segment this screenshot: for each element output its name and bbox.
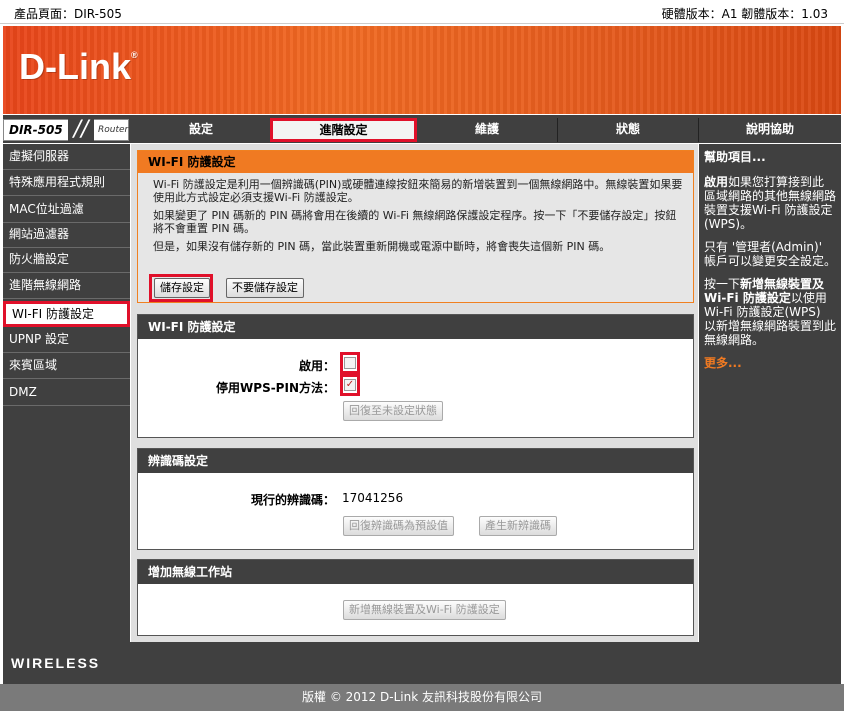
wps-settings-panel: WI-FI 防護設定 啟用： 停用WPS-PIN方法： ✓ 回復至未設定狀態 — [137, 314, 694, 438]
disable-wps-pin-checkbox[interactable]: ✓ — [344, 379, 356, 391]
add-wireless-device-button[interactable]: 新增無線裝置及Wi-Fi 防護設定 — [343, 600, 506, 620]
tab-advanced[interactable]: 進階設定 — [270, 118, 417, 142]
sidebar-item-firewall[interactable]: 防火牆設定 — [3, 247, 130, 273]
model-badge: DIR-505 // Router — [3, 118, 129, 142]
dlink-logo: D-Link® — [19, 46, 138, 87]
sidebar-item-website-filter[interactable]: 網站過濾器 — [3, 222, 130, 248]
pin-settings-title: 辨識碼設定 — [138, 449, 693, 473]
sidebar-item-advanced-wireless[interactable]: 進階無線網路 — [3, 273, 130, 299]
info-paragraph-2: 如果變更了 PIN 碼新的 PIN 碼將會用在後續的 Wi-Fi 無線網路保護設… — [153, 209, 677, 235]
sidebar-item-dmz[interactable]: DMZ — [3, 380, 130, 406]
wireless-logo: WIRELESS — [11, 655, 101, 671]
add-station-title: 增加無線工作站 — [138, 560, 693, 584]
tab-status[interactable]: 狀態 — [558, 118, 699, 142]
help-title: 幫助項目... — [704, 150, 766, 164]
enable-checkbox[interactable] — [344, 357, 356, 369]
help-panel: 幫助項目... 啟用如果您打算接到此區域網路的其他無線網路裝置支援Wi-Fi 防… — [699, 144, 841, 642]
sidebar-item-virtual-server[interactable]: 虛擬伺服器 — [3, 144, 130, 170]
tab-help[interactable]: 說明協助 — [699, 118, 841, 142]
wps-info-title: WI-FI 防護設定 — [138, 151, 693, 173]
save-settings-button[interactable]: 儲存設定 — [154, 278, 210, 298]
model-name: DIR-505 — [9, 123, 63, 137]
current-pin-label: 現行的辨識碼： — [250, 493, 335, 507]
help-more-link[interactable]: 更多... — [704, 356, 836, 370]
sidebar-item-guest-zone[interactable]: 來賓區域 — [3, 353, 130, 379]
dont-save-settings-button[interactable]: 不要儲存設定 — [226, 278, 304, 298]
wps-info-panel: WI-FI 防護設定 Wi-Fi 防護設定是利用一個辨識碼(PIN)或硬體連線按… — [137, 150, 694, 303]
pin-settings-panel: 辨識碼設定 現行的辨識碼： 17041256 回復辨識碼為預設值 產生新辨識碼 — [137, 448, 694, 550]
sidebar-item-mac-filter[interactable]: MAC位址過濾 — [3, 197, 130, 223]
help-paragraph-3: 按一下新增無線裝置及Wi-Fi 防護設定以使用Wi-Fi 防護設定(WPS) 以… — [704, 277, 837, 347]
help-paragraph-1: 啟用如果您打算接到此區域網路的其他無線網路裝置支援Wi-Fi 防護設定(WPS)… — [704, 175, 837, 231]
product-page-label: 產品頁面：DIR-505 — [14, 7, 122, 21]
wps-settings-title: WI-FI 防護設定 — [138, 315, 693, 339]
router-label: Router — [98, 125, 129, 135]
help-paragraph-2: 只有 '管理者(Admin)' 帳戶可以變更安全設定。 — [704, 240, 837, 268]
enable-label: 啟用： — [298, 359, 335, 373]
sidebar-item-upnp[interactable]: UPNP 設定 — [3, 327, 130, 353]
footer-bar — [3, 642, 841, 684]
top-info-bar: 產品頁面：DIR-505 硬體版本：A1 韌體版本：1.03 — [0, 0, 844, 24]
tab-maintenance[interactable]: 維護 — [417, 118, 558, 142]
tab-setup[interactable]: 設定 — [131, 118, 272, 142]
disable-wps-pin-label: 停用WPS-PIN方法： — [216, 381, 335, 395]
add-wireless-station-panel: 增加無線工作站 新增無線裝置及Wi-Fi 防護設定 — [137, 559, 694, 636]
reset-pin-default-button[interactable]: 回復辨識碼為預設值 — [343, 516, 454, 536]
version-label: 硬體版本：A1 韌體版本：1.03 — [661, 7, 828, 21]
info-paragraph-3: 但是，如果沒有儲存新的 PIN 碼，當此裝置重新開機或電源中斷時，將會喪失這個新… — [153, 240, 611, 253]
reset-unconfigured-button[interactable]: 回復至未設定狀態 — [343, 401, 443, 421]
sidebar-item-special-applications[interactable]: 特殊應用程式規則 — [3, 170, 130, 196]
copyright-text: 版權 © 2012 D-Link 友訊科技股份有限公司 — [0, 684, 844, 711]
info-paragraph-1: Wi-Fi 防護設定是利用一個辨識碼(PIN)或硬體連線按鈕來簡易的新增裝置到一… — [153, 178, 683, 204]
sidebar-item-wifi-protected-setup[interactable]: WI-FI 防護設定 — [3, 301, 130, 327]
current-pin-value: 17041256 — [342, 491, 404, 505]
main-content: WI-FI 防護設定 Wi-Fi 防護設定是利用一個辨識碼(PIN)或硬體連線按… — [131, 144, 698, 642]
brand-banner: D-Link® — [3, 26, 841, 114]
generate-new-pin-button[interactable]: 產生新辨識碼 — [479, 516, 557, 536]
